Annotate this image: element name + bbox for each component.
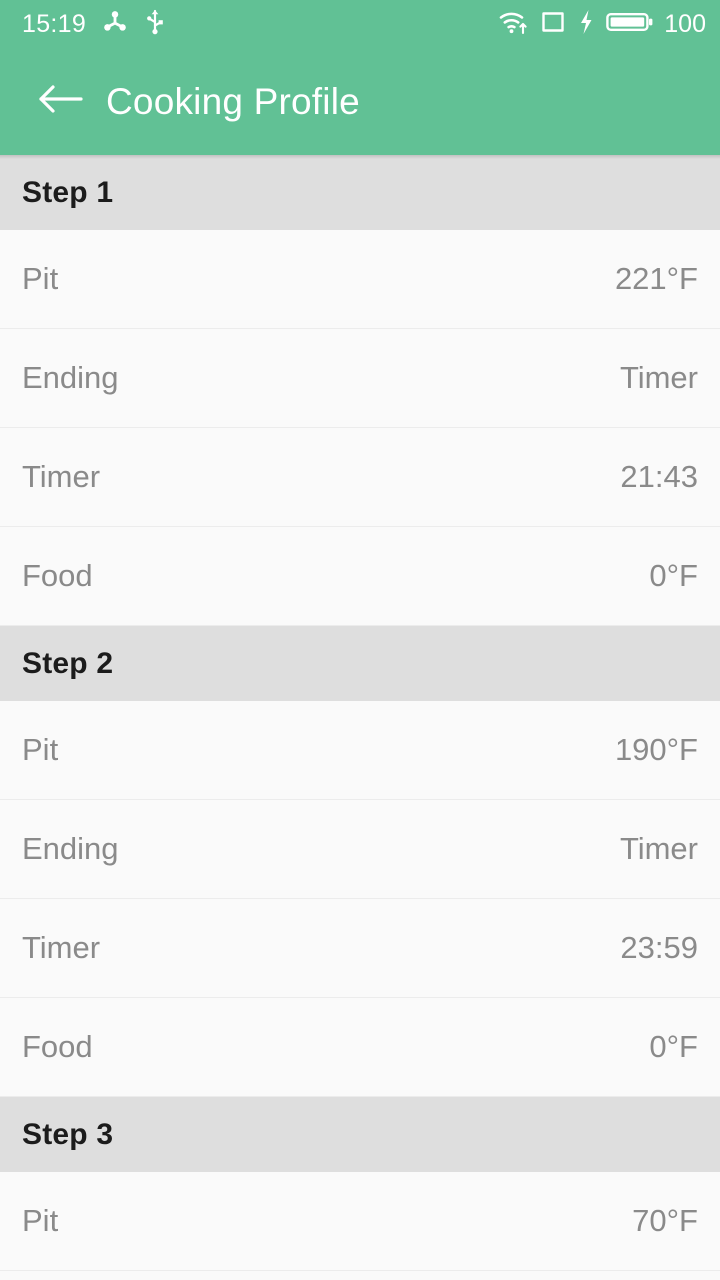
list-item-timer[interactable]: Timer 21:43 xyxy=(0,428,720,527)
row-label: Pit xyxy=(22,1203,59,1238)
row-label: Food xyxy=(22,1029,93,1064)
usb-icon xyxy=(144,9,166,40)
list-item-ending[interactable]: Ending Timer xyxy=(0,800,720,899)
arrow-left-icon xyxy=(37,82,83,121)
lightning-bolt-icon xyxy=(578,9,594,40)
list-item-pit[interactable]: Pit 190°F xyxy=(0,701,720,800)
list-item-ending[interactable]: Ending Timer xyxy=(0,329,720,428)
row-value: Timer xyxy=(619,831,698,866)
sim-card-icon xyxy=(540,9,566,40)
battery-full-icon xyxy=(606,9,654,40)
status-bar-right: 100 xyxy=(498,9,706,40)
row-value: 70°F xyxy=(632,1203,698,1238)
row-value: 23:59 xyxy=(620,930,698,965)
section-header-step-2: Step 2 xyxy=(0,626,720,701)
battery-percent-label: 100 xyxy=(664,9,706,38)
list-item-partial[interactable] xyxy=(0,1271,720,1280)
section-title: Step 2 xyxy=(22,646,114,680)
section-header-step-3: Step 3 xyxy=(0,1097,720,1172)
back-button[interactable] xyxy=(32,74,88,130)
page-title: Cooking Profile xyxy=(106,80,360,122)
row-label: Ending xyxy=(22,360,119,395)
section-title: Step 1 xyxy=(22,175,114,209)
status-bar-left: 15:19 xyxy=(22,9,166,40)
app-bar: Cooking Profile xyxy=(0,48,720,159)
status-clock: 15:19 xyxy=(22,9,87,38)
row-value: 0°F xyxy=(649,558,698,593)
row-label: Food xyxy=(22,558,93,593)
cooking-profile-list: Step 1 Pit 221°F Ending Timer Timer 21:4… xyxy=(0,155,720,1280)
section-header-step-1: Step 1 xyxy=(0,155,720,230)
section-title: Step 3 xyxy=(22,1117,114,1151)
list-item-timer[interactable]: Timer 23:59 xyxy=(0,899,720,998)
list-item-food[interactable]: Food 0°F xyxy=(0,527,720,626)
row-label: Pit xyxy=(22,732,59,767)
row-value: 221°F xyxy=(614,261,698,296)
phone-screen: 15:19 100 Cooking Profile Step 1 Pit 221… xyxy=(0,0,720,1280)
list-item-food[interactable]: Food 0°F xyxy=(0,998,720,1097)
row-value: 190°F xyxy=(614,732,698,767)
list-item-pit[interactable]: Pit 221°F xyxy=(0,230,720,329)
row-value: Timer xyxy=(619,360,698,395)
share-nodes-icon xyxy=(102,9,128,40)
row-value: 21:43 xyxy=(620,459,698,494)
list-item-pit[interactable]: Pit 70°F xyxy=(0,1172,720,1271)
status-bar: 15:19 100 xyxy=(0,0,720,48)
row-label: Timer xyxy=(22,930,101,965)
wifi-icon xyxy=(498,9,528,40)
row-label: Ending xyxy=(22,831,119,866)
row-label: Timer xyxy=(22,459,101,494)
row-value: 0°F xyxy=(649,1029,698,1064)
row-label: Pit xyxy=(22,261,59,296)
